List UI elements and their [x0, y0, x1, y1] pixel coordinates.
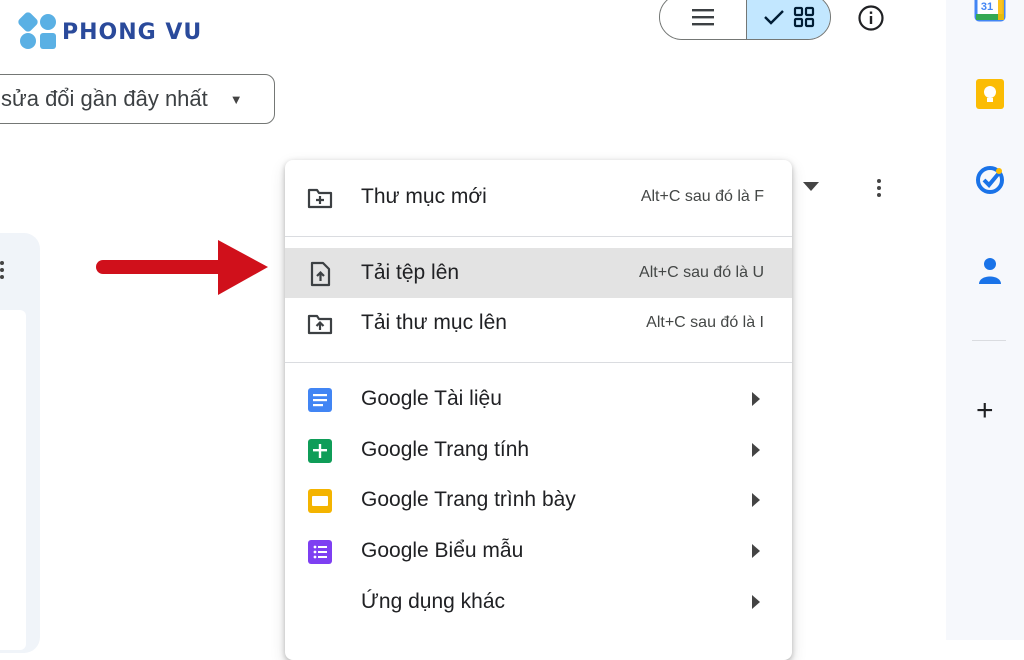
caret-down-icon[interactable]: [803, 182, 819, 191]
more-options-icon[interactable]: [0, 258, 6, 282]
file-upload-icon: [310, 261, 331, 287]
new-item-menu: Thư mục mới Alt+C sau đó là F Tải tệp lê…: [285, 160, 792, 660]
grid-icon: [793, 6, 814, 28]
caret-down-icon: ▼: [229, 91, 243, 107]
menu-item-label: Tải tệp lên: [361, 261, 460, 284]
menu-item-label: Google Trang tính: [361, 438, 530, 461]
menu-item-new-folder[interactable]: Thư mục mới Alt+C sau đó là F: [285, 172, 792, 222]
new-folder-icon: [307, 188, 333, 209]
menu-item-label: Tải thư mục lên: [361, 311, 507, 334]
menu-item-google-slides[interactable]: Google Trang trình bày: [285, 475, 792, 525]
add-icon[interactable]: +: [976, 396, 994, 426]
google-forms-icon: [308, 540, 332, 564]
google-docs-icon: [308, 388, 332, 412]
folder-upload-icon: [307, 314, 333, 335]
menu-separator: [285, 362, 792, 363]
menu-item-shortcut: Alt+C sau đó là F: [640, 188, 764, 205]
red-arrow-icon: [96, 240, 268, 295]
google-calendar-icon[interactable]: 31: [974, 0, 1006, 22]
menu-item-label: Google Tài liệu: [361, 387, 502, 410]
sort-dropdown-button[interactable]: sửa đổi gần đây nhất ▼: [0, 74, 275, 124]
list-view-button[interactable]: [660, 0, 746, 39]
google-slides-icon: [308, 489, 332, 513]
submenu-arrow-icon: [752, 493, 760, 507]
menu-item-google-forms[interactable]: Google Biểu mẫu: [285, 526, 792, 576]
check-icon: [763, 10, 784, 25]
logo-mark-icon: [16, 10, 58, 50]
info-icon[interactable]: [857, 4, 885, 32]
brand-logo: PHONG VU: [16, 10, 203, 50]
side-panel-divider: [972, 340, 1006, 341]
menu-item-label: Google Trang trình bày: [361, 488, 576, 511]
list-icon: [692, 9, 714, 26]
menu-item-shortcut: Alt+C sau đó là U: [639, 264, 764, 281]
menu-item-label: Google Biểu mẫu: [361, 539, 524, 562]
menu-item-upload-folder[interactable]: Tải thư mục lên Alt+C sau đó là I: [285, 298, 792, 348]
grid-view-button[interactable]: [746, 0, 830, 39]
menu-item-google-sheets[interactable]: Google Trang tính: [285, 425, 792, 475]
submenu-arrow-icon: [752, 595, 760, 609]
sort-label: sửa đổi gần đây nhất: [1, 86, 208, 111]
logo-text: PHONG VU: [62, 19, 203, 45]
menu-item-label: Thư mục mới: [361, 185, 487, 208]
more-vert-icon[interactable]: [877, 176, 881, 200]
menu-item-upload-file[interactable]: Tải tệp lên Alt+C sau đó là U: [285, 248, 792, 298]
menu-item-label: Ứng dụng khác: [361, 590, 506, 613]
menu-separator: [285, 236, 792, 237]
file-card-preview: [0, 310, 26, 650]
menu-item-google-docs[interactable]: Google Tài liệu: [285, 374, 792, 424]
google-keep-icon[interactable]: [974, 78, 1006, 110]
google-tasks-icon[interactable]: [974, 164, 1006, 196]
view-toggle: [659, 0, 831, 40]
menu-item-more-apps[interactable]: Ứng dụng khác: [285, 577, 792, 627]
submenu-arrow-icon: [752, 392, 760, 406]
submenu-arrow-icon: [752, 544, 760, 558]
google-contacts-icon[interactable]: [974, 254, 1006, 286]
submenu-arrow-icon: [752, 443, 760, 457]
calendar-day: 31: [981, 1, 993, 13]
google-sheets-icon: [308, 439, 332, 463]
menu-item-shortcut: Alt+C sau đó là I: [646, 314, 764, 331]
